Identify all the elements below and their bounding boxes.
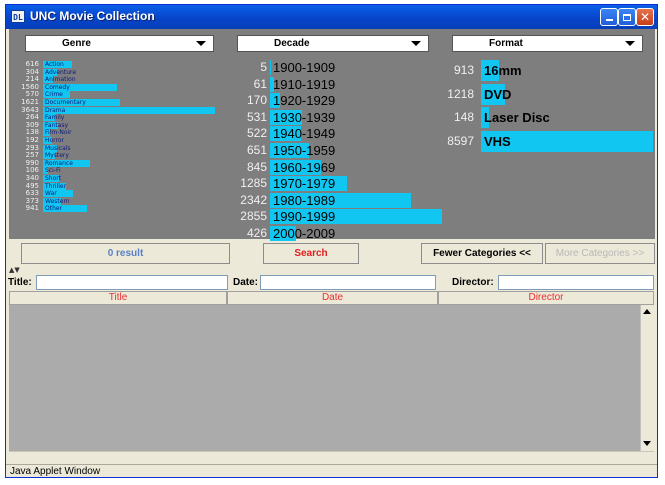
format-label: 16mm xyxy=(484,63,522,78)
format-item[interactable]: 1218 DVD xyxy=(9,83,655,105)
title-label: Title: xyxy=(8,277,32,288)
minimize-button[interactable] xyxy=(600,8,618,26)
format-item[interactable]: 913 16mm xyxy=(9,60,655,81)
decade-label: 1980-1989 xyxy=(273,192,336,208)
maximize-icon xyxy=(623,14,631,21)
decade-item[interactable]: 845 1960-1969 xyxy=(9,159,449,176)
director-label: Director: xyxy=(452,277,494,288)
close-button[interactable]: ✕ xyxy=(636,8,654,26)
chevron-down-icon xyxy=(196,41,206,46)
genre-dropdown[interactable]: Genre xyxy=(25,35,214,52)
splitter-arrows-icon[interactable]: ▲▼ xyxy=(9,266,20,274)
column-header-director[interactable]: Director xyxy=(438,291,654,305)
decade-count: 2855 xyxy=(240,209,267,224)
director-input[interactable] xyxy=(498,275,654,290)
decade-label: 2000-2009 xyxy=(273,226,336,241)
maximize-button[interactable] xyxy=(618,8,636,26)
decade-label: 1960-1969 xyxy=(273,159,336,175)
format-count: 913 xyxy=(453,63,474,77)
app-window: DL UNC Movie Collection ✕ Genre Decade F… xyxy=(5,4,658,478)
format-label: DVD xyxy=(484,86,512,102)
decade-item[interactable]: 1285 1970-1979 xyxy=(9,175,449,192)
chevron-down-icon xyxy=(625,41,635,46)
date-input[interactable] xyxy=(260,275,436,290)
column-header-title[interactable]: Title xyxy=(9,291,227,305)
results-table[interactable] xyxy=(9,305,640,451)
format-count: 148 xyxy=(453,110,474,124)
format-label: Laser Disc xyxy=(484,110,550,125)
search-button[interactable]: Search xyxy=(263,243,359,264)
scroll-down-icon[interactable] xyxy=(643,441,651,446)
decade-dropdown[interactable]: Decade xyxy=(237,35,429,52)
format-item[interactable]: 148 Laser Disc xyxy=(9,107,655,128)
title-bar[interactable]: DL UNC Movie Collection ✕ xyxy=(6,5,657,29)
more-categories-button[interactable]: More Categories >> xyxy=(545,243,655,264)
format-label: VHS xyxy=(484,133,511,149)
decade-item[interactable]: 2342 1980-1989 xyxy=(9,192,449,209)
close-icon: ✕ xyxy=(639,10,651,24)
status-bar: Java Applet Window xyxy=(6,464,657,477)
vertical-scrollbar[interactable] xyxy=(640,305,654,451)
date-label: Date: xyxy=(233,277,259,288)
decade-count: 845 xyxy=(246,159,267,174)
decade-count: 1285 xyxy=(240,176,267,191)
column-header-date[interactable]: Date xyxy=(227,291,438,305)
genre-dropdown-value: Genre xyxy=(62,38,91,49)
fewer-categories-button[interactable]: Fewer Categories << xyxy=(421,243,543,264)
decade-count: 2342 xyxy=(240,192,267,207)
format-count: 1218 xyxy=(447,86,474,101)
horizontal-scrollbar[interactable] xyxy=(9,451,654,463)
minimize-icon xyxy=(605,19,613,21)
decade-label: 1970-1979 xyxy=(273,176,336,192)
app-icon: DL xyxy=(11,10,25,23)
format-dropdown-value: Format xyxy=(489,38,523,49)
category-panel: Genre Decade Format 616 Action 304 Adventur… xyxy=(9,29,655,242)
format-item[interactable]: 8597 VHS xyxy=(9,130,655,152)
decade-dropdown-value: Decade xyxy=(274,38,310,49)
format-count: 8597 xyxy=(447,133,474,148)
decade-item[interactable]: 426 2000-2009 xyxy=(9,225,449,242)
scroll-up-icon[interactable] xyxy=(643,309,651,314)
window-title: UNC Movie Collection xyxy=(30,9,155,23)
decade-label: 1990-1999 xyxy=(273,209,336,225)
result-count: 0 result xyxy=(21,243,230,264)
decade-item[interactable]: 2855 1990-1999 xyxy=(9,208,449,225)
title-input[interactable] xyxy=(36,275,228,290)
decade-count: 426 xyxy=(246,226,267,240)
format-dropdown[interactable]: Format xyxy=(452,35,643,52)
chevron-down-icon xyxy=(411,41,421,46)
